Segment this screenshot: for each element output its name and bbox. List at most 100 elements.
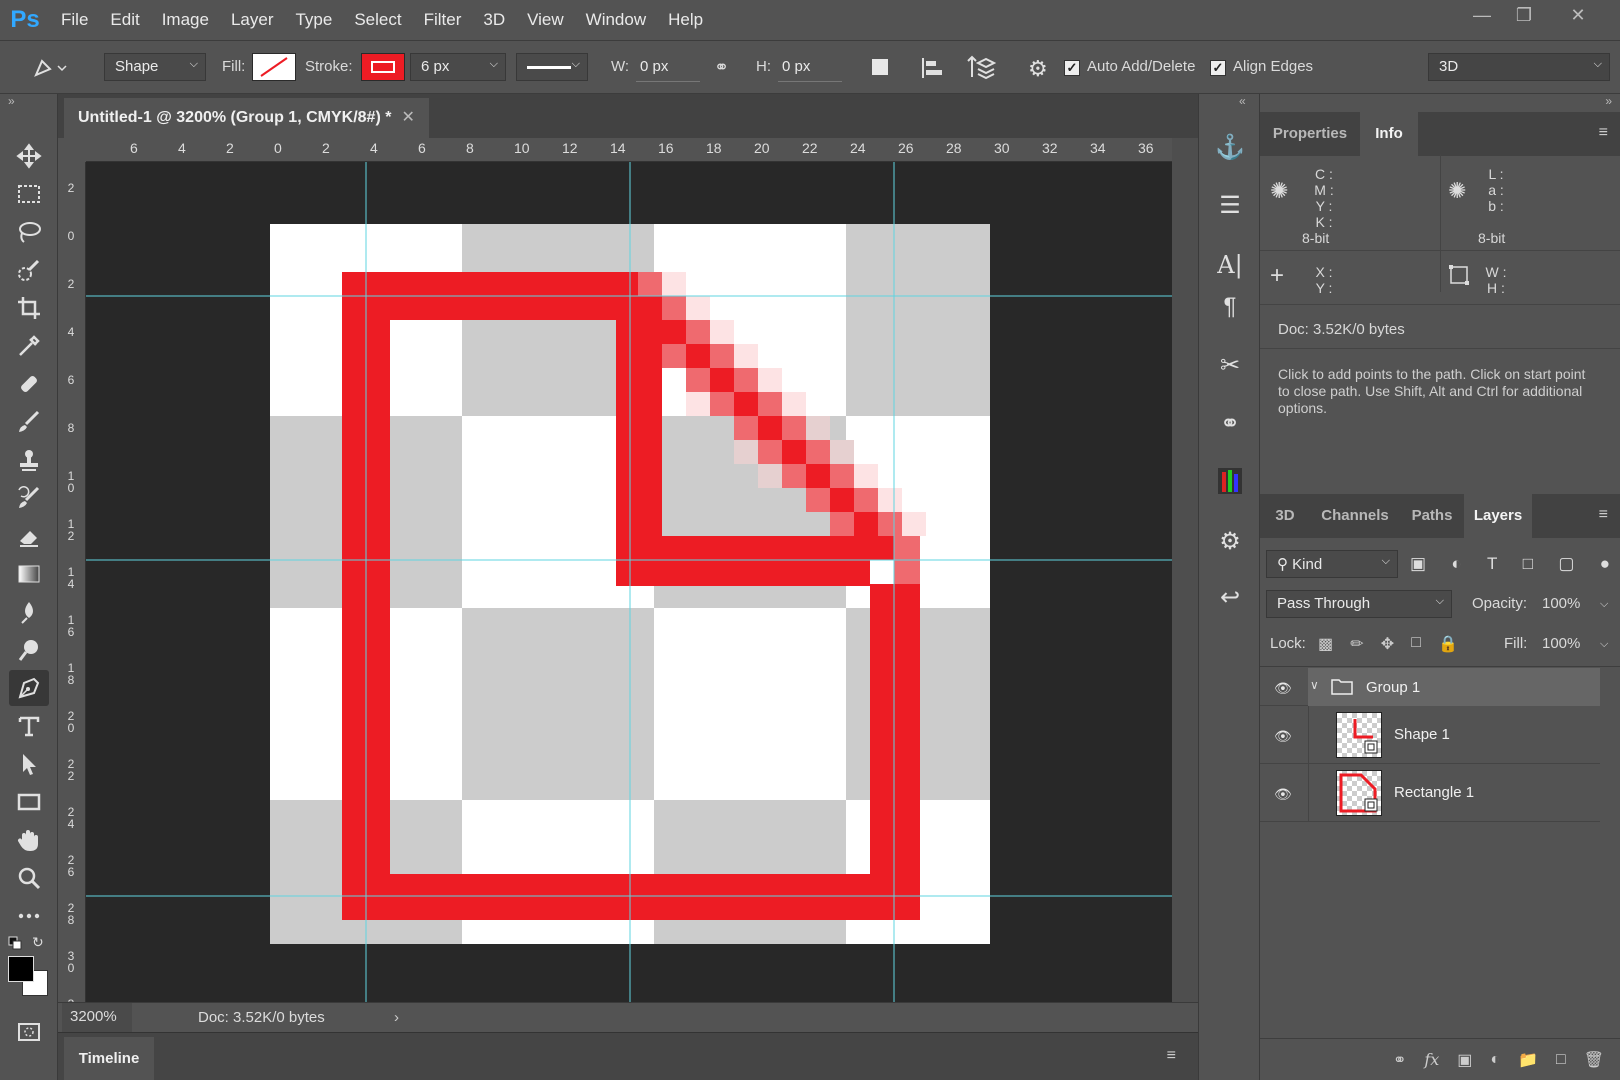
height-field[interactable]: 0 px xyxy=(778,53,842,82)
brush-presets-icon[interactable]: ⚓ xyxy=(1213,130,1247,164)
close-tab-icon[interactable]: ✕ xyxy=(401,109,414,126)
menu-file[interactable]: File xyxy=(50,0,99,40)
layer-row-shape[interactable]: 👁 Shape 1 xyxy=(1260,706,1600,764)
link-layers-icon[interactable]: ⚭ xyxy=(1393,1050,1406,1070)
paragraph-panel-icon[interactable]: ¶ xyxy=(1213,290,1247,324)
lock-transparent-pixels-icon[interactable]: ▩ xyxy=(1318,634,1333,654)
character-panel-icon[interactable]: A| xyxy=(1213,248,1247,282)
visibility-eye-icon[interactable]: 👁 xyxy=(1274,680,1298,697)
swap-colors-icon[interactable]: ↻ xyxy=(32,934,44,951)
timeline-tab[interactable]: Timeline xyxy=(64,1037,154,1080)
canvas-artwork[interactable] xyxy=(86,162,1172,1002)
crop-tool-icon[interactable] xyxy=(9,290,49,326)
visibility-eye-icon[interactable]: 👁 xyxy=(1274,786,1298,803)
path-arrangement-icon[interactable] xyxy=(966,55,997,85)
tab-layers[interactable]: Layers xyxy=(1464,494,1532,538)
menu-3d[interactable]: 3D xyxy=(472,0,516,40)
tab-info[interactable]: Info xyxy=(1360,112,1418,156)
adjustment-layer-filter-icon[interactable]: ◐ xyxy=(1451,554,1461,574)
minimize-icon[interactable]: — xyxy=(1462,0,1502,30)
menu-view[interactable]: View xyxy=(516,0,575,40)
tool-mode-dropdown[interactable]: Shape ⌵ xyxy=(104,53,206,81)
layer-row-rectangle[interactable]: 👁 Rectangle 1 xyxy=(1260,764,1600,822)
chevron-down-icon[interactable]: ∨ xyxy=(1310,678,1319,692)
expand-panels-icon[interactable]: » xyxy=(1605,94,1612,108)
zoom-tool-icon[interactable] xyxy=(9,860,49,896)
histogram-icon[interactable] xyxy=(1213,464,1247,498)
panel-menu-icon[interactable]: ≡ xyxy=(1167,1047,1176,1065)
filter-toggle-icon[interactable]: ● xyxy=(1600,554,1610,574)
pixel-layer-filter-icon[interactable]: ▣ xyxy=(1410,554,1426,574)
layer-filter-dropdown[interactable]: ⚲ Kind ⌵ xyxy=(1266,550,1398,578)
align-edges-checkbox[interactable]: ✓ xyxy=(1210,60,1226,76)
gear-icon[interactable]: ⚙ xyxy=(1028,56,1048,82)
smart-object-filter-icon[interactable]: ▢ xyxy=(1558,554,1574,574)
layer-row-group[interactable]: 👁 ∨ Group 1 xyxy=(1260,668,1600,706)
brush-tool-icon[interactable] xyxy=(9,404,49,440)
healing-brush-tool-icon[interactable] xyxy=(9,366,49,402)
trash-icon[interactable]: 🗑 xyxy=(1584,1050,1604,1070)
shape-layer-filter-icon[interactable]: □ xyxy=(1523,554,1533,574)
move-tool-icon[interactable] xyxy=(9,138,49,174)
panel-menu-icon[interactable]: ≡ xyxy=(1599,506,1608,524)
visibility-eye-icon[interactable]: 👁 xyxy=(1274,728,1298,745)
foreground-color-swatch[interactable] xyxy=(8,956,34,982)
history-brush-tool-icon[interactable] xyxy=(9,480,49,516)
stroke-type-dropdown[interactable]: ⌵ xyxy=(516,53,588,81)
chevron-down-icon[interactable]: ⌵ xyxy=(1600,590,1608,618)
tool-presets-icon[interactable]: ✂ xyxy=(1213,348,1247,382)
status-menu-arrow-icon[interactable]: › xyxy=(394,1003,399,1033)
lock-position-icon[interactable]: ✥ xyxy=(1381,634,1394,654)
menu-layer[interactable]: Layer xyxy=(220,0,285,40)
menu-window[interactable]: Window xyxy=(575,0,657,40)
fill-swatch[interactable] xyxy=(252,53,296,81)
panel-menu-icon[interactable]: ≡ xyxy=(1599,124,1608,142)
stroke-swatch[interactable] xyxy=(361,53,405,81)
menu-image[interactable]: Image xyxy=(151,0,220,40)
pen-tool-preset-icon[interactable] xyxy=(30,55,70,85)
pen-tool-icon[interactable] xyxy=(9,670,49,706)
type-tool-icon[interactable] xyxy=(9,708,49,744)
zoom-field[interactable]: 3200% xyxy=(62,1003,132,1033)
type-layer-filter-icon[interactable]: T xyxy=(1487,554,1497,574)
expand-panel-icon[interactable]: » xyxy=(8,94,15,108)
lock-image-pixels-icon[interactable]: ✏ xyxy=(1350,634,1363,654)
menu-filter[interactable]: Filter xyxy=(413,0,473,40)
clone-stamp-tool-icon[interactable] xyxy=(9,442,49,478)
add-mask-icon[interactable]: ▣ xyxy=(1457,1050,1472,1070)
path-alignment-icon[interactable] xyxy=(920,57,946,83)
link-icon[interactable]: ⚭ xyxy=(714,53,729,81)
opacity-field[interactable]: 100% xyxy=(1542,590,1580,618)
path-operations-icon[interactable] xyxy=(872,59,888,75)
more-tools-icon[interactable] xyxy=(9,898,49,934)
eraser-tool-icon[interactable] xyxy=(9,518,49,554)
path-selection-tool-icon[interactable] xyxy=(9,746,49,782)
canvas-area[interactable] xyxy=(86,162,1172,1002)
default-colors-icon[interactable] xyxy=(8,936,24,956)
quick-mask-icon[interactable] xyxy=(9,1014,49,1050)
lasso-tool-icon[interactable] xyxy=(9,214,49,250)
restore-icon[interactable]: ❐ xyxy=(1504,0,1544,30)
auto-add-delete-checkbox[interactable]: ✓ xyxy=(1064,60,1080,76)
quick-selection-tool-icon[interactable] xyxy=(9,252,49,288)
document-tab[interactable]: Untitled-1 @ 3200% (Group 1, CMYK/8#) * ✕ xyxy=(64,98,429,138)
marquee-tool-icon[interactable] xyxy=(9,176,49,212)
width-field[interactable]: 0 px xyxy=(636,53,700,82)
tab-paths[interactable]: Paths xyxy=(1400,494,1464,538)
new-layer-icon[interactable]: □ xyxy=(1556,1051,1566,1069)
menu-edit[interactable]: Edit xyxy=(99,0,150,40)
tab-properties[interactable]: Properties xyxy=(1260,112,1360,156)
fill-field[interactable]: 100% xyxy=(1542,630,1580,658)
stroke-width-dropdown[interactable]: 6 px ⌵ xyxy=(410,53,506,81)
tab-channels[interactable]: Channels xyxy=(1310,494,1400,538)
menu-type[interactable]: Type xyxy=(284,0,343,40)
clone-source-icon[interactable]: ☰ xyxy=(1213,188,1247,222)
menu-select[interactable]: Select xyxy=(343,0,412,40)
chevron-down-icon[interactable]: ⌵ xyxy=(1600,630,1608,658)
adjustment-layer-icon[interactable]: ◐ xyxy=(1490,1051,1500,1069)
fx-icon[interactable]: fx xyxy=(1424,1050,1439,1069)
blur-tool-icon[interactable] xyxy=(9,594,49,630)
lock-artboard-icon[interactable]: □ xyxy=(1411,634,1421,654)
rectangle-tool-icon[interactable] xyxy=(9,784,49,820)
dodge-tool-icon[interactable] xyxy=(9,632,49,668)
